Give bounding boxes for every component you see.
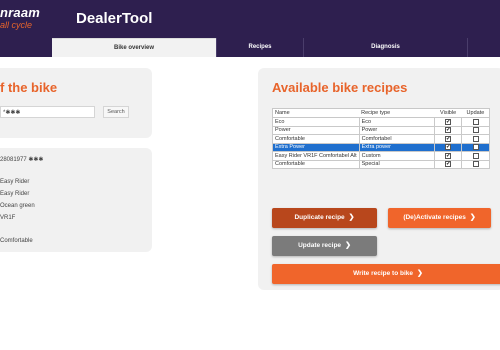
chevron-right-icon: ❯ xyxy=(345,242,351,249)
recipe-name-cell: Power xyxy=(272,125,360,135)
recipe-name-cell: Eco xyxy=(272,117,360,127)
visible-cell xyxy=(433,134,463,144)
visible-checkbox[interactable] xyxy=(445,127,452,134)
recipe-name-cell: Easy Rider VR1F Comfortabel Alt xyxy=(272,151,360,161)
info-variant: VR1F xyxy=(0,215,16,221)
visible-checkbox[interactable] xyxy=(445,135,452,142)
visible-cell xyxy=(433,117,463,127)
recipe-name-cell: Extra Power xyxy=(272,142,360,152)
column-header-visible: Visible xyxy=(434,108,462,118)
duplicate-recipe-label: Duplicate recipe xyxy=(294,214,345,221)
duplicate-recipe-button[interactable]: Duplicate recipe ❯ xyxy=(272,208,377,228)
update-cell xyxy=(461,134,490,144)
recipe-type-cell: Comfortabel xyxy=(358,134,435,144)
frame-number-input[interactable] xyxy=(0,106,95,118)
update-checkbox[interactable] xyxy=(472,152,479,159)
chevron-right-icon: ❯ xyxy=(348,214,355,221)
recipes-title: Available bike recipes xyxy=(272,80,408,95)
table-row[interactable]: Comfortable Special xyxy=(272,159,490,169)
update-checkbox[interactable] xyxy=(472,118,479,125)
info-frame-number: 28081977 ✱✱✱ xyxy=(0,157,44,163)
update-cell xyxy=(461,142,490,152)
table-header-row: Name Recipe type Visible Update xyxy=(272,108,490,118)
tab-recipes[interactable]: Recipes xyxy=(217,38,303,57)
tab-bar: Bike overview Recipes Diagnosis xyxy=(0,38,500,57)
table-row[interactable]: Extra Power Extra power xyxy=(272,142,490,152)
recipe-type-cell: Special xyxy=(358,159,435,169)
info-color: Ocean green xyxy=(0,203,35,209)
bike-panel-title: f the bike xyxy=(0,80,58,95)
update-checkbox[interactable] xyxy=(472,161,479,168)
visible-cell xyxy=(433,151,463,161)
update-cell xyxy=(461,159,490,169)
brand-tagline: all cycle xyxy=(0,20,33,30)
table-row[interactable]: Easy Rider VR1F Comfortabel Alt Custom xyxy=(272,151,490,161)
recipes-panel: Available bike recipes Name Recipe type … xyxy=(258,68,500,290)
visible-cell xyxy=(433,125,463,135)
recipe-type-cell: Extra power xyxy=(358,142,435,152)
recipe-name-cell: Comfortable xyxy=(272,134,360,144)
app-header: nraam all cycle DealerTool xyxy=(0,0,500,38)
table-row[interactable]: Eco Eco xyxy=(272,117,490,127)
bike-info-panel: 28081977 ✱✱✱ Easy Rider Easy Rider Ocean… xyxy=(0,148,152,252)
update-recipe-button[interactable]: Update recipe ❯ xyxy=(272,236,377,256)
recipe-type-cell: Custom xyxy=(358,151,435,161)
bike-search-panel: f the bike Search xyxy=(0,68,152,138)
info-type: Easy Rider xyxy=(0,191,30,197)
column-header-update: Update xyxy=(461,108,490,118)
update-checkbox[interactable] xyxy=(472,135,479,142)
visible-checkbox[interactable] xyxy=(445,118,452,125)
visible-checkbox[interactable] xyxy=(445,144,452,151)
visible-checkbox[interactable] xyxy=(445,152,452,159)
table-row[interactable]: Comfortable Comfortabel xyxy=(272,134,490,144)
tab-separator xyxy=(467,38,468,57)
visible-checkbox[interactable] xyxy=(445,161,452,168)
search-button[interactable]: Search xyxy=(103,106,129,118)
recipe-rows: EcoEcoPowerPowerComfortableComfortabelEx… xyxy=(272,117,490,169)
info-model: Easy Rider xyxy=(0,179,30,185)
column-header-recipe-type: Recipe type xyxy=(359,108,435,118)
app-title: DealerTool xyxy=(76,10,153,27)
visible-cell xyxy=(433,142,463,152)
update-cell xyxy=(461,151,490,161)
column-header-name: Name xyxy=(272,108,360,118)
update-checkbox[interactable] xyxy=(472,127,479,134)
recipe-name-cell: Comfortable xyxy=(272,159,360,169)
activate-recipes-label: (De)Activate recipes xyxy=(403,214,466,221)
visible-cell xyxy=(433,159,463,169)
write-recipe-label: Write recipe to bike xyxy=(353,270,413,277)
activate-recipes-button[interactable]: (De)Activate recipes ❯ xyxy=(388,208,491,228)
write-recipe-button[interactable]: Write recipe to bike ❯ xyxy=(272,264,500,284)
update-recipe-label: Update recipe xyxy=(298,242,342,249)
brand-logo: nraam xyxy=(0,5,41,20)
recipe-type-cell: Eco xyxy=(358,117,435,127)
tab-diagnosis[interactable]: Diagnosis xyxy=(304,38,467,57)
recipe-type-cell: Power xyxy=(358,125,435,135)
tab-bike-overview[interactable]: Bike overview xyxy=(52,38,216,57)
chevron-right-icon: ❯ xyxy=(416,270,423,277)
info-recipe: Comfortable xyxy=(0,238,33,244)
table-row[interactable]: Power Power xyxy=(272,125,490,135)
chevron-right-icon: ❯ xyxy=(469,214,476,221)
update-cell xyxy=(461,117,490,127)
update-cell xyxy=(461,125,490,135)
recipe-table: Name Recipe type Visible Update EcoEcoPo… xyxy=(272,108,490,169)
update-checkbox[interactable] xyxy=(472,144,479,151)
